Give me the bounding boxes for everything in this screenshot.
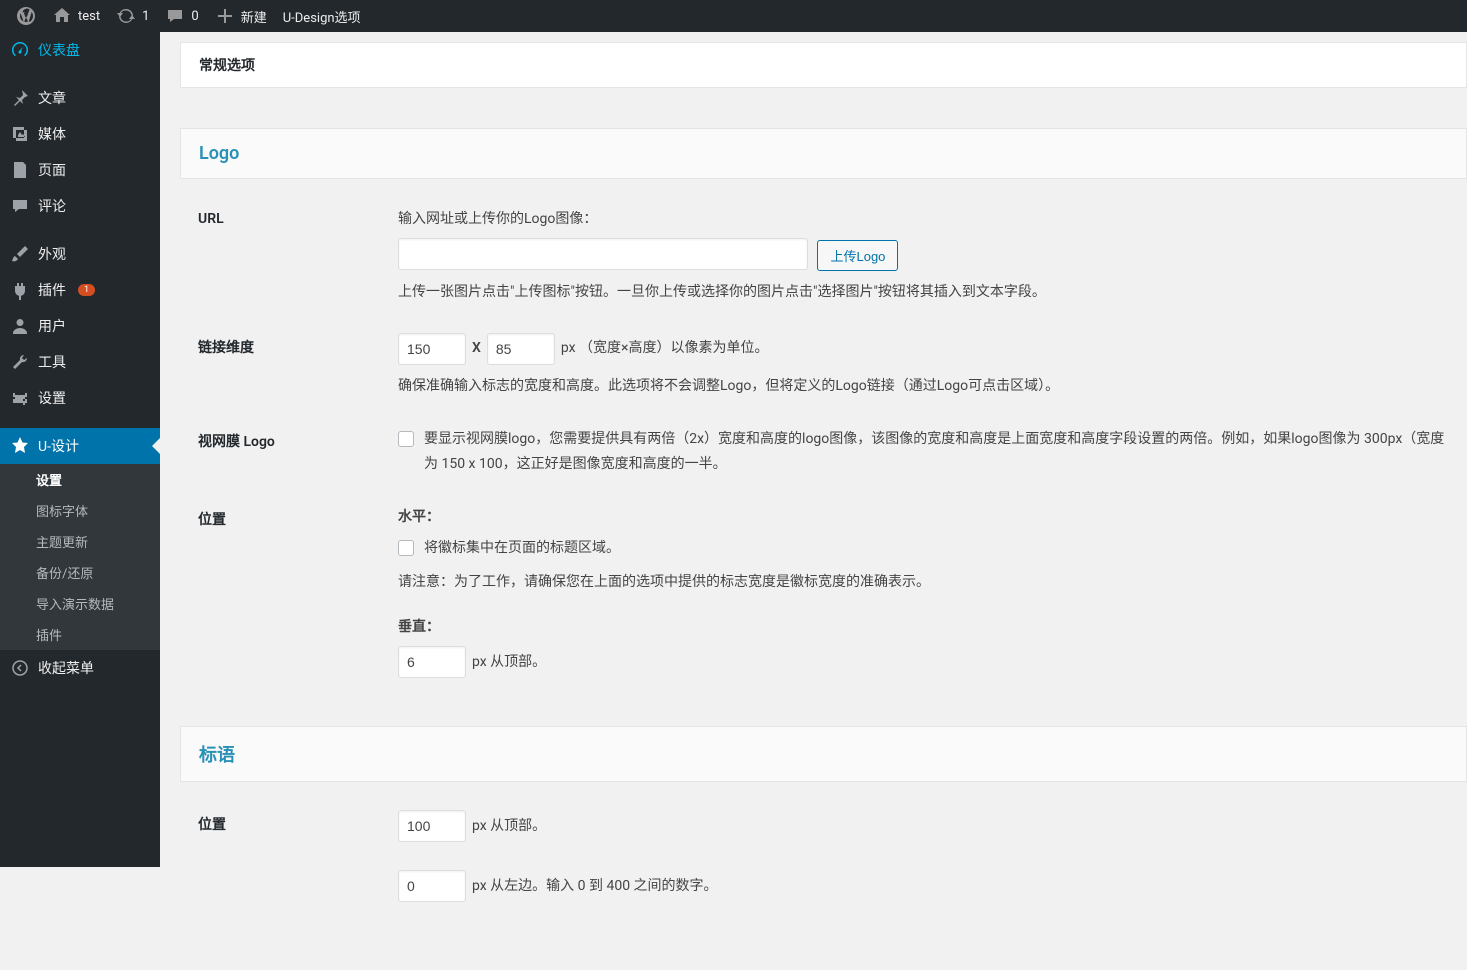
row-slogan-position: 位置 px 从顶部。 px 从左边。输入 0 到 400 之间的数字。	[180, 810, 1467, 930]
section-logo-title: Logo	[180, 128, 1467, 179]
plugins-badge: 1	[78, 284, 95, 296]
comment-icon	[165, 6, 185, 26]
url-hint: 输入网址或上传你的Logo图像：	[398, 207, 1449, 232]
menu-comments[interactable]: 评论	[0, 188, 160, 224]
label-retina: 视网膜 Logo	[198, 427, 398, 451]
menu-pages-label: 页面	[38, 160, 66, 180]
label-slogan-position: 位置	[198, 810, 398, 834]
collapse-icon	[10, 658, 30, 678]
star-icon	[10, 436, 30, 456]
retina-checkbox[interactable]	[398, 431, 414, 447]
menu-posts[interactable]: 文章	[0, 80, 160, 116]
menu-collapse[interactable]: 收起菜单	[0, 650, 160, 686]
new-label: 新建	[241, 7, 267, 26]
pos-h-center-text: 将徽标集中在页面的标题区域。	[424, 536, 620, 561]
logo-height-input[interactable]	[487, 333, 555, 365]
admin-sidebar: 仪表盘 文章 媒体 页面 评论 外观 插件 1 用户 工具 设置 U-设计	[0, 32, 160, 867]
update-icon	[116, 6, 136, 26]
menu-settings-label: 设置	[38, 388, 66, 408]
menu-udesign[interactable]: U-设计	[0, 428, 160, 464]
row-logo-position: 位置 水平： 将徽标集中在页面的标题区域。 请注意：为了工作，请确保您在上面的选…	[180, 505, 1467, 706]
menu-plugins[interactable]: 插件 1	[0, 272, 160, 308]
dim-unit: px （宽度×高度）以像素为单位。	[561, 336, 769, 361]
center-logo-checkbox[interactable]	[398, 540, 414, 556]
logo-width-input[interactable]	[398, 333, 466, 365]
menu-tools[interactable]: 工具	[0, 344, 160, 380]
submenu-backup[interactable]: 备份/还原	[0, 557, 160, 588]
pos-h-label: 水平：	[398, 509, 440, 525]
plugin-icon	[10, 280, 30, 300]
comments-icon	[10, 196, 30, 216]
panel-header: 常规选项	[180, 42, 1467, 88]
url-desc: 上传一张图片点击"上传图标"按钮。一旦你上传或选择你的图片点击"选择图片"按钮将…	[398, 281, 1449, 305]
submenu-theme-update[interactable]: 主题更新	[0, 526, 160, 557]
logo-top-input[interactable]	[398, 646, 466, 678]
page-icon	[10, 160, 30, 180]
submenu-settings[interactable]: 设置	[0, 464, 160, 495]
updates-count: 1	[142, 9, 149, 24]
wp-logo[interactable]	[8, 0, 44, 32]
menu-appearance-label: 外观	[38, 244, 66, 264]
label-position: 位置	[198, 505, 398, 529]
row-logo-url: URL 输入网址或上传你的Logo图像： 上传Logo 上传一张图片点击"上传图…	[180, 207, 1467, 333]
udesign-label: U-Design选项	[283, 7, 361, 26]
menu-udesign-label: U-设计	[38, 436, 79, 456]
menu-appearance[interactable]: 外观	[0, 236, 160, 272]
menu-media-label: 媒体	[38, 124, 66, 144]
menu-settings[interactable]: 设置	[0, 380, 160, 416]
pin-icon	[10, 88, 30, 108]
pos-v-unit: px 从顶部。	[472, 650, 546, 675]
sliders-icon	[10, 388, 30, 408]
menu-dashboard-label: 仪表盘	[38, 40, 80, 60]
row-retina-logo: 视网膜 Logo 要显示视网膜logo，您需要提供具有两倍（2x）宽度和高度的l…	[180, 427, 1467, 505]
menu-pages[interactable]: 页面	[0, 152, 160, 188]
submenu-import-demo[interactable]: 导入演示数据	[0, 588, 160, 619]
brush-icon	[10, 244, 30, 264]
comments-link[interactable]: 0	[157, 0, 206, 32]
slogan-top-unit: px 从顶部。	[472, 814, 546, 839]
dim-desc: 确保准确输入标志的宽度和高度。此选项将不会调整Logo，但将定义的Logo链接（…	[398, 375, 1449, 399]
udesign-submenu: 设置 图标字体 主题更新 备份/还原 导入演示数据 插件	[0, 464, 160, 650]
submenu-plugins[interactable]: 插件	[0, 619, 160, 650]
media-icon	[10, 124, 30, 144]
pos-v-label: 垂直：	[398, 619, 440, 635]
dim-times: X	[472, 336, 481, 361]
slogan-top-input[interactable]	[398, 810, 466, 842]
logo-url-input[interactable]	[398, 238, 808, 270]
pos-h-note: 请注意：为了工作，请确保您在上面的选项中提供的标志宽度是徽标宽度的准确表示。	[398, 571, 1449, 595]
section-slogan-title: 标语	[180, 726, 1467, 782]
retina-desc: 要显示视网膜logo，您需要提供具有两倍（2x）宽度和高度的logo图像，该图像…	[424, 427, 1449, 477]
user-icon	[10, 316, 30, 336]
main-content: 常规选项 Logo URL 输入网址或上传你的Logo图像： 上传Logo 上传…	[160, 32, 1467, 970]
label-dimensions: 链接维度	[198, 333, 398, 357]
menu-plugins-label: 插件	[38, 280, 66, 300]
new-content[interactable]: 新建	[207, 0, 275, 32]
menu-users-label: 用户	[38, 316, 66, 336]
udesign-options-link[interactable]: U-Design选项	[275, 0, 369, 32]
wrench-icon	[10, 352, 30, 372]
site-name-text: test	[78, 9, 100, 24]
dashboard-icon	[10, 40, 30, 60]
comments-count: 0	[191, 9, 198, 24]
wordpress-icon	[16, 6, 36, 26]
menu-users[interactable]: 用户	[0, 308, 160, 344]
menu-collapse-label: 收起菜单	[38, 658, 94, 678]
home-icon	[52, 6, 72, 26]
slogan-left-unit: px 从左边。输入 0 到 400 之间的数字。	[472, 874, 718, 899]
admin-bar: test 1 0 新建 U-Design选项	[0, 0, 1467, 32]
menu-media[interactable]: 媒体	[0, 116, 160, 152]
menu-tools-label: 工具	[38, 352, 66, 372]
menu-comments-label: 评论	[38, 196, 66, 216]
menu-dashboard[interactable]: 仪表盘	[0, 32, 160, 68]
site-home[interactable]: test	[44, 0, 108, 32]
menu-posts-label: 文章	[38, 88, 66, 108]
updates-link[interactable]: 1	[108, 0, 157, 32]
submenu-icon-fonts[interactable]: 图标字体	[0, 495, 160, 526]
plus-icon	[215, 6, 235, 26]
slogan-left-input[interactable]	[398, 870, 466, 902]
label-url: URL	[198, 207, 398, 227]
upload-logo-button[interactable]: 上传Logo	[817, 240, 898, 271]
row-logo-dimensions: 链接维度 X px （宽度×高度）以像素为单位。 确保准确输入标志的宽度和高度。…	[180, 333, 1467, 427]
